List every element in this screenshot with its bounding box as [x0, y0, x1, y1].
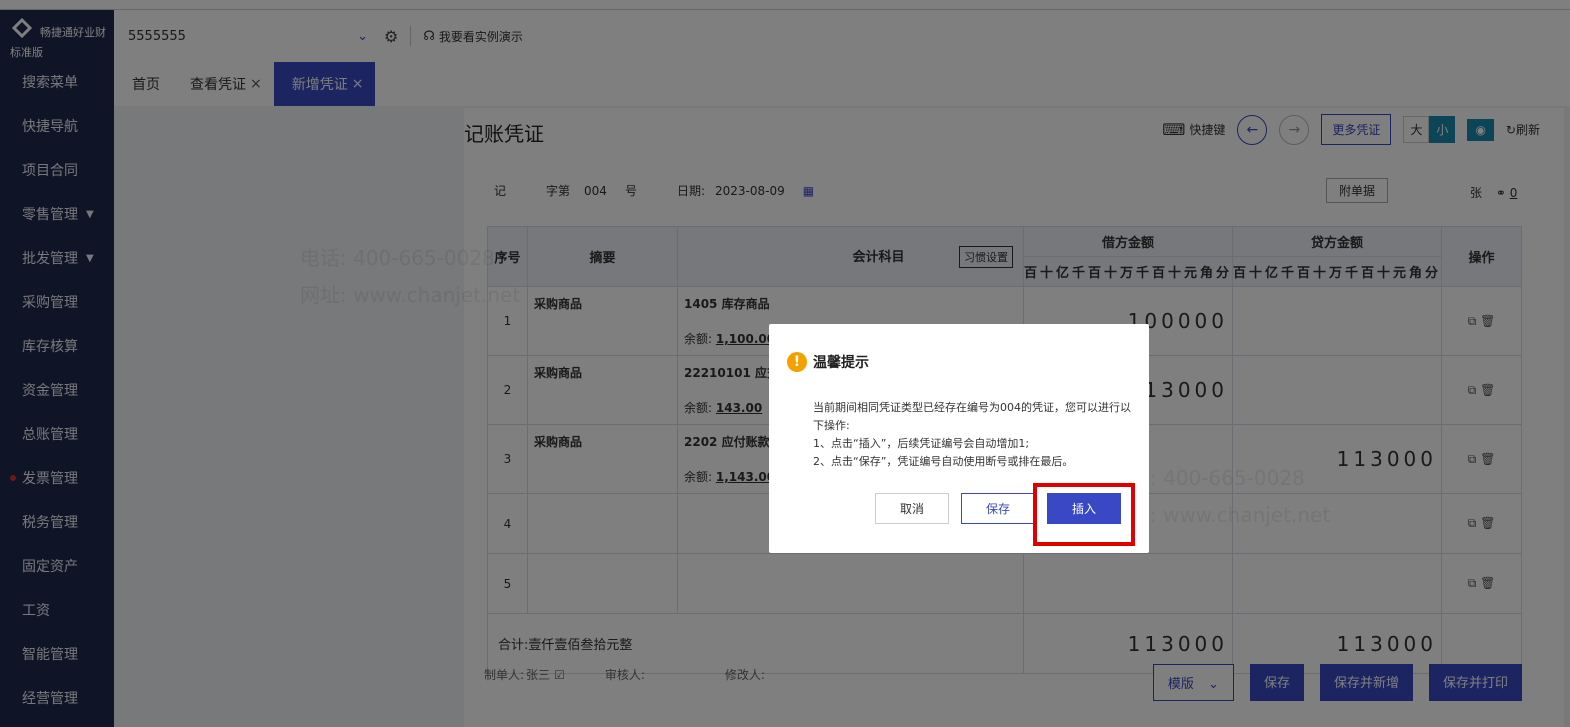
dialog-message: 当前期间相同凭证类型已经存在编号为004的凭证，您可以进行以下操作: 1、点击“…	[813, 399, 1133, 471]
dialog-line: 1、点击“插入”，后续凭证编号会自动增加1;	[813, 437, 1030, 450]
highlight-box	[1033, 483, 1135, 546]
warning-icon: !	[787, 352, 807, 372]
dialog-title-text: 温馨提示	[813, 355, 869, 371]
dialog-save-button[interactable]: 保存	[961, 493, 1035, 524]
cancel-button[interactable]: 取消	[875, 493, 949, 524]
dialog-line: 当前期间相同凭证类型已经存在编号为004的凭证，您可以进行以下操作:	[813, 401, 1131, 432]
dialog-line: 2、点击“保存”，凭证编号自动使用断号或排在最后。	[813, 455, 1074, 468]
dialog-title: ! 温馨提示	[787, 352, 869, 372]
